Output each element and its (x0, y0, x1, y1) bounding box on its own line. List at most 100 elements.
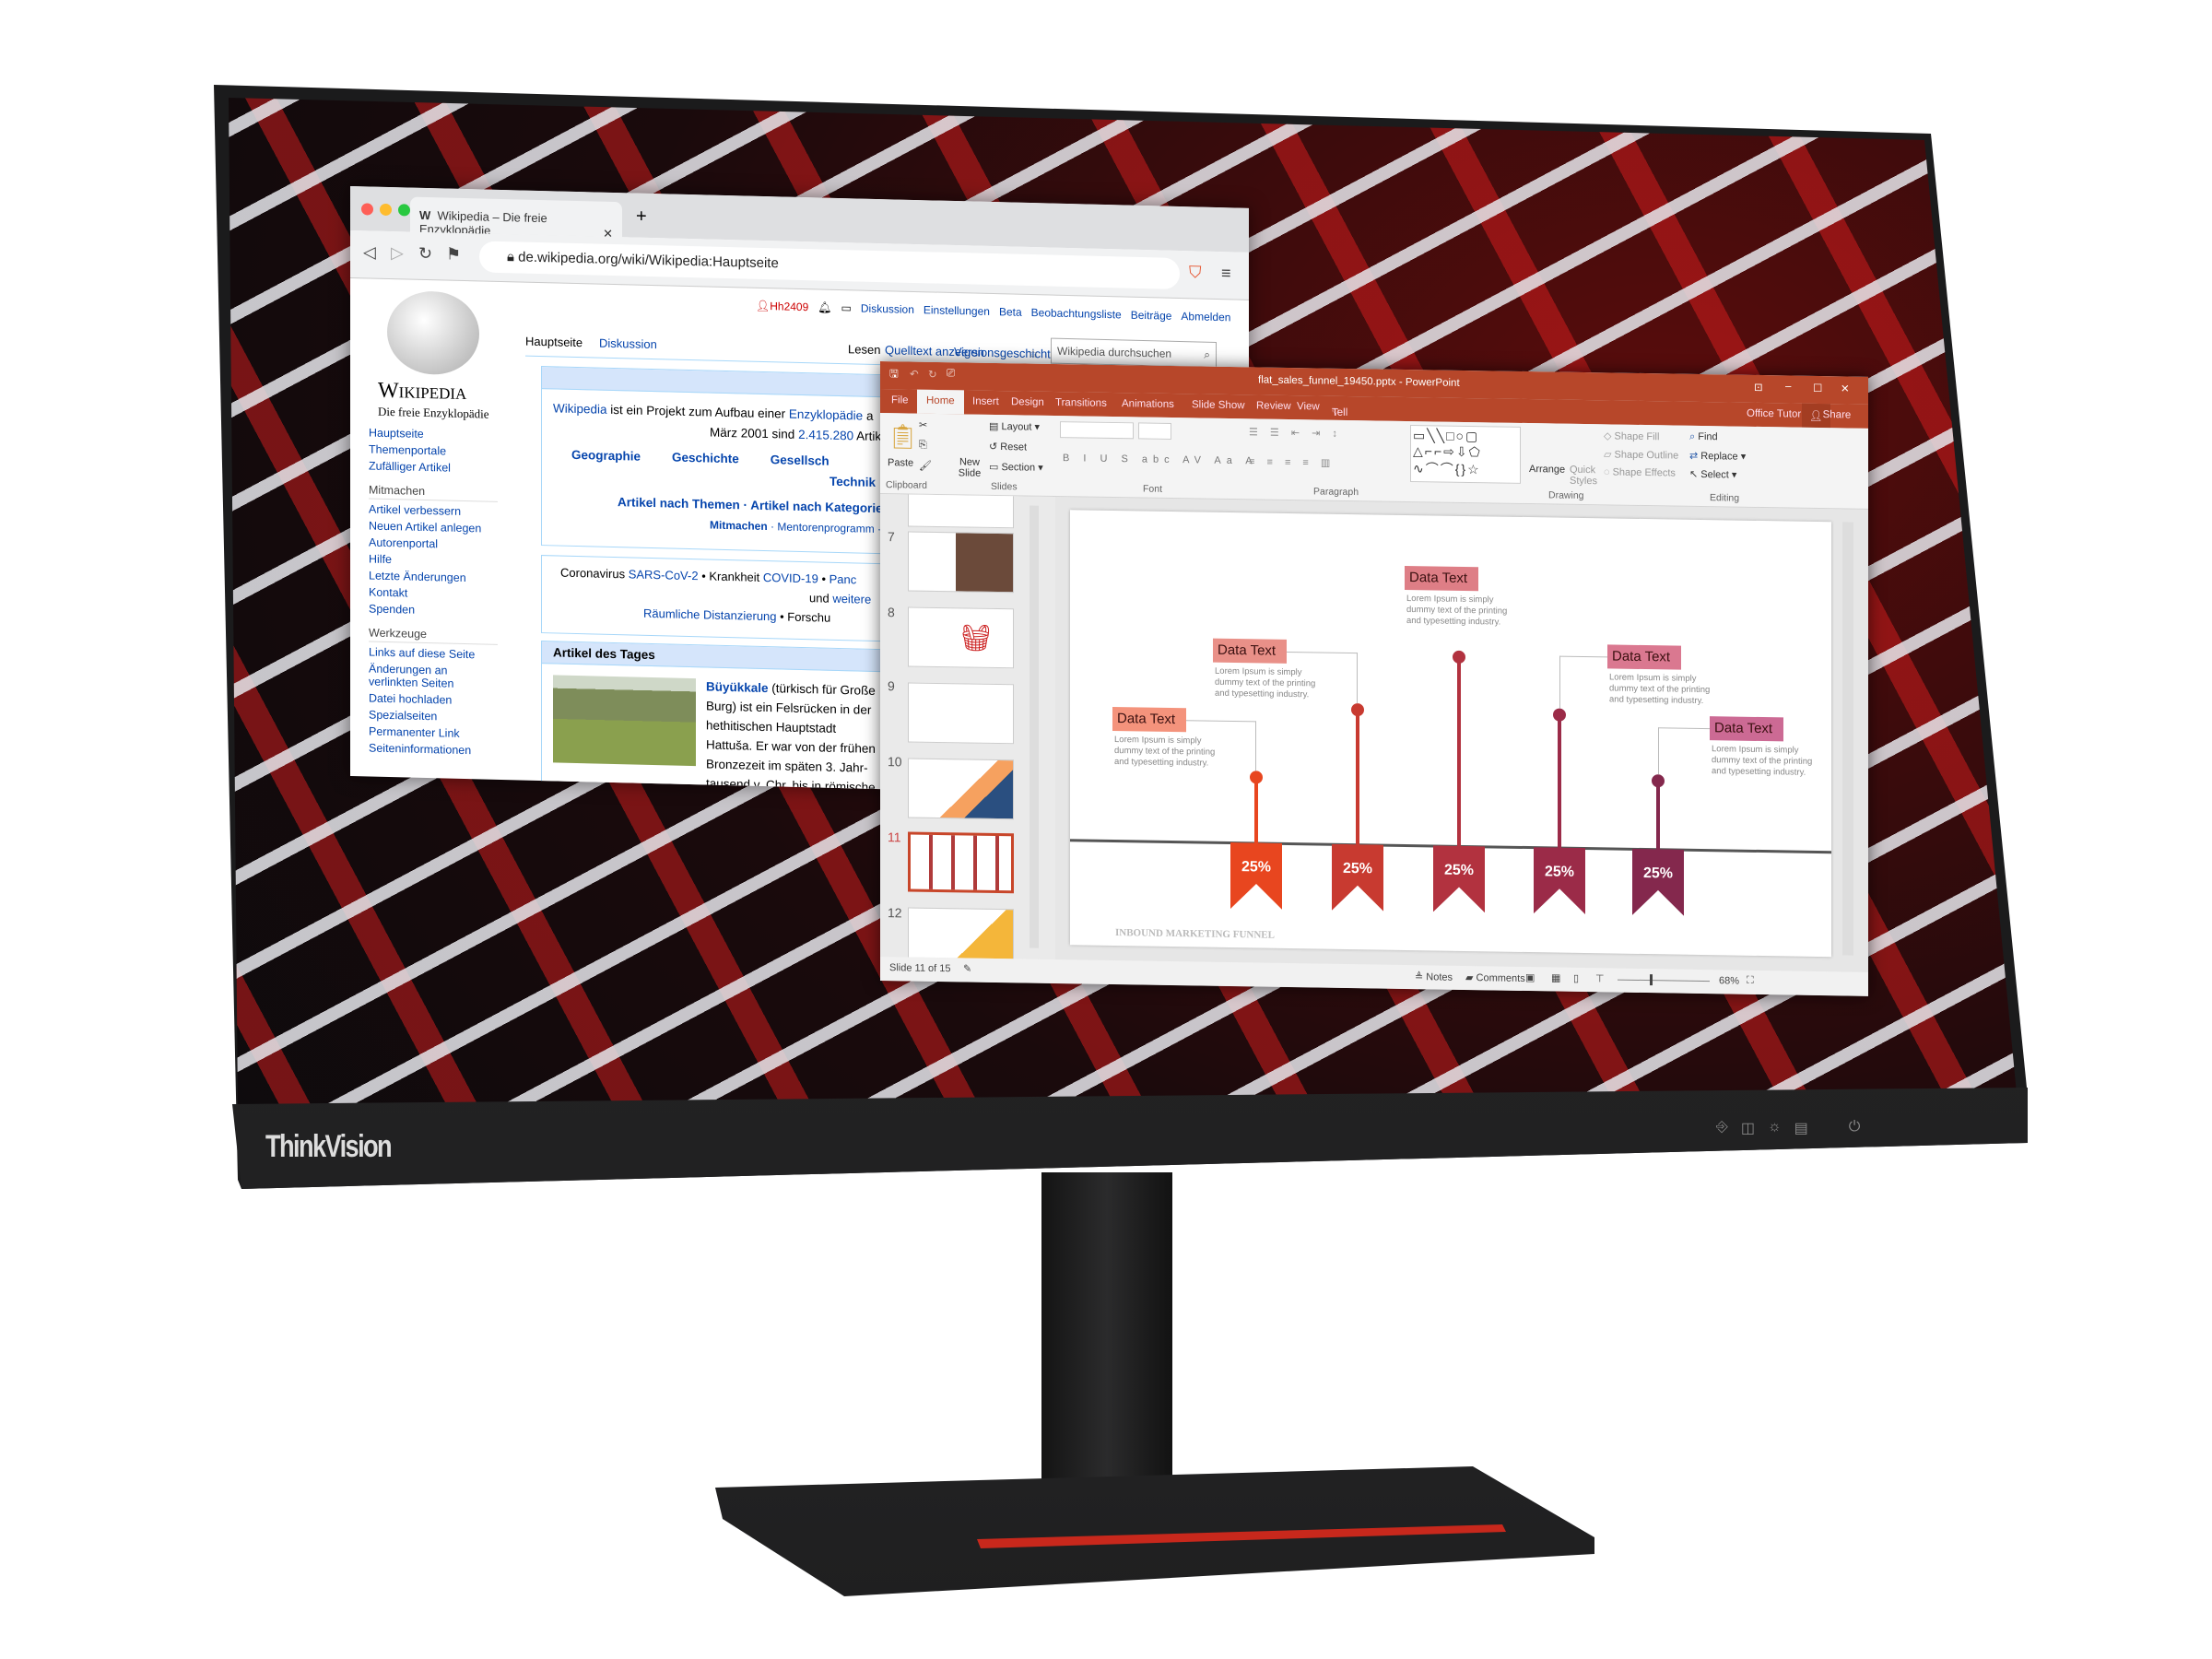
article-count[interactable]: 2.415.280 (798, 428, 853, 442)
link[interactable]: weitere (832, 592, 871, 606)
link-beitraege[interactable]: Beiträge (1131, 309, 1172, 323)
sidebar-link[interactable]: Änderungen an verlinkten Seiten (369, 662, 498, 690)
tab-review[interactable]: Review (1256, 400, 1291, 412)
slide-thumbnail[interactable] (908, 758, 1014, 820)
link[interactable]: COVID-19 (763, 571, 818, 585)
share-button[interactable]: 👤︎ Share (1802, 403, 1851, 429)
font-format-buttons[interactable]: B I U S abc AV Aa A (1063, 453, 1258, 466)
minimize-window-button[interactable] (380, 203, 392, 217)
link-beta[interactable]: Beta (999, 305, 1022, 319)
thumbnail-scrollbar[interactable] (1030, 505, 1039, 948)
slide-scrollbar[interactable] (1842, 522, 1853, 956)
copy-icon[interactable]: ⎘ (919, 440, 927, 452)
sidebar-link[interactable]: Links auf diese Seite (369, 643, 498, 663)
reset-button[interactable]: ↺ Reset (989, 441, 1027, 453)
mode-button[interactable]: ▤ (1794, 1119, 1808, 1137)
paste-button[interactable]: Paste (888, 457, 913, 468)
search-icon[interactable]: ⌕ (1204, 348, 1210, 362)
shape-outline-button[interactable]: ▱ Shape Outline (1604, 448, 1678, 461)
link-diskussion[interactable]: Diskussion (861, 302, 914, 316)
ribbon-display-icon[interactable]: ⊡ (1754, 381, 1763, 394)
article-title-link[interactable]: Büyükkale (706, 679, 769, 695)
slide-thumbnail[interactable]: 🧺︎ (908, 606, 1014, 669)
paste-icon[interactable]: 📋︎ (888, 422, 918, 452)
quick-styles-button[interactable]: Quick Styles (1570, 465, 1597, 487)
layout-button[interactable]: ▤ Layout ▾ (989, 420, 1040, 433)
start-slideshow-icon[interactable]: ⎚ (947, 368, 955, 380)
redo-icon[interactable]: ↻ (928, 368, 937, 381)
portal-geographie[interactable]: Geographie (571, 445, 641, 467)
browser-tab[interactable]: W Wikipedia – Die freie Enzyklopädie ✕ (410, 196, 622, 241)
select-button[interactable]: ↖ Select ▾ (1689, 468, 1736, 481)
format-painter-icon[interactable]: 🖌︎ (919, 460, 932, 472)
menu-button[interactable]: ◫ (1741, 1119, 1755, 1137)
input-source-button[interactable]: ⎆ (1716, 1119, 1728, 1137)
watch-star-icon[interactable]: ☆ (1028, 347, 1039, 361)
slideshow-view-icon[interactable]: ⊤ (1595, 972, 1605, 984)
zoom-slider-handle[interactable] (1650, 974, 1653, 986)
brightness-button[interactable]: ☼ (1768, 1119, 1782, 1137)
maximize-window-button[interactable] (398, 204, 410, 217)
close-window-button[interactable] (361, 203, 373, 216)
font-family-select[interactable] (1060, 421, 1134, 440)
link[interactable]: Panc (830, 572, 857, 587)
tab-hauptseite[interactable]: Hauptseite (525, 335, 582, 350)
reload-icon[interactable]: ↻ (418, 244, 432, 264)
link[interactable]: Wikipedia (553, 401, 607, 416)
tab-diskussion[interactable]: Diskussion (599, 336, 657, 352)
sidebar-zufaelliger-artikel[interactable]: Zufälliger Artikel (369, 457, 498, 477)
tab-animations[interactable]: Animations (1122, 398, 1174, 410)
bookmark-icon[interactable]: ⚑ (446, 245, 461, 265)
align-buttons[interactable]: ≡ ≡ ≡ ≡ ▥ (1249, 455, 1335, 468)
link[interactable]: SARS-CoV-2 (629, 567, 699, 582)
article-image[interactable] (553, 675, 696, 767)
fit-slide-icon[interactable]: ⛶ (1747, 975, 1754, 987)
reading-view-icon[interactable]: ▯ (1573, 972, 1579, 984)
sidebar-link[interactable]: Spenden (369, 600, 498, 619)
menu-icon[interactable]: ≡ (1221, 264, 1231, 283)
tab-lesen[interactable]: Lesen (848, 342, 880, 357)
sidebar-link[interactable]: Seiteninformationen (369, 739, 498, 759)
url-field[interactable]: 🔒︎ de.wikipedia.org/wiki/Wikipedia:Haupt… (479, 241, 1180, 289)
notes-button[interactable]: ≜ Notes (1415, 971, 1453, 983)
tab-versionsgeschichte[interactable]: Versionsgeschichte (954, 345, 1057, 361)
tab-insert[interactable]: Insert (972, 396, 999, 407)
slide-thumbnail-selected[interactable] (908, 831, 1014, 894)
link-mentoren[interactable]: · Mentorenprogramm · K (768, 520, 891, 535)
spellcheck-icon[interactable]: ✎ (963, 962, 971, 974)
tab-file[interactable]: File (891, 394, 909, 406)
shape-fill-button[interactable]: ◇ Shape Fill (1604, 429, 1659, 442)
forward-icon[interactable]: ▷ (391, 243, 404, 263)
new-tab-icon[interactable]: + (636, 206, 647, 228)
arrange-button[interactable]: Arrange (1529, 464, 1565, 476)
slide-thumbnail[interactable] (908, 682, 1014, 745)
link-mitmachen[interactable]: Mitmachen (710, 519, 768, 534)
back-icon[interactable]: ◁ (363, 242, 376, 262)
brave-shield-icon[interactable]: ⛉ (1189, 263, 1202, 282)
normal-view-icon[interactable]: ▣ (1525, 971, 1535, 983)
link[interactable]: Räumliche Distanzierung (643, 606, 777, 624)
maximize-icon[interactable]: ☐ (1813, 382, 1822, 394)
slide-thumbnail[interactable] (908, 531, 1014, 594)
minimize-icon[interactable]: – (1785, 381, 1791, 392)
shape-effects-button[interactable]: ◌ Shape Effects (1604, 466, 1676, 478)
slide-sorter-icon[interactable]: ▦ (1551, 971, 1560, 983)
shapes-gallery[interactable]: ▭╲╲□○▢ △⌐⌐⇨⇩⬠ ∿⌒⌒{}☆ (1410, 425, 1521, 484)
tab-design[interactable]: Design (1011, 396, 1044, 408)
notifications-icon[interactable]: 🔔︎ (818, 300, 831, 313)
link-einstellungen[interactable]: Einstellungen (924, 303, 990, 318)
link-abmelden[interactable]: Abmelden (1181, 310, 1230, 324)
wikipedia-globe-logo[interactable] (387, 289, 479, 376)
section-button[interactable]: ▭ Section ▾ (989, 461, 1043, 474)
save-icon[interactable]: 🖫 (889, 367, 899, 384)
find-button[interactable]: ⌕ Find (1689, 431, 1718, 443)
tab-transitions[interactable]: Transitions (1055, 397, 1107, 409)
zoom-level[interactable]: 68% (1719, 975, 1739, 986)
tab-view[interactable]: View (1297, 401, 1320, 412)
portal-gesellschaft[interactable]: Gesellsch (771, 450, 830, 472)
cut-icon[interactable]: ✂ (919, 419, 927, 431)
tab-slideshow[interactable]: Slide Show (1192, 399, 1245, 411)
link[interactable]: Enzyklopädie (789, 407, 863, 423)
list-buttons[interactable]: ☰ ☰ ⇤ ⇥ ↕ (1249, 426, 1342, 440)
zoom-slider[interactable] (1618, 979, 1710, 982)
